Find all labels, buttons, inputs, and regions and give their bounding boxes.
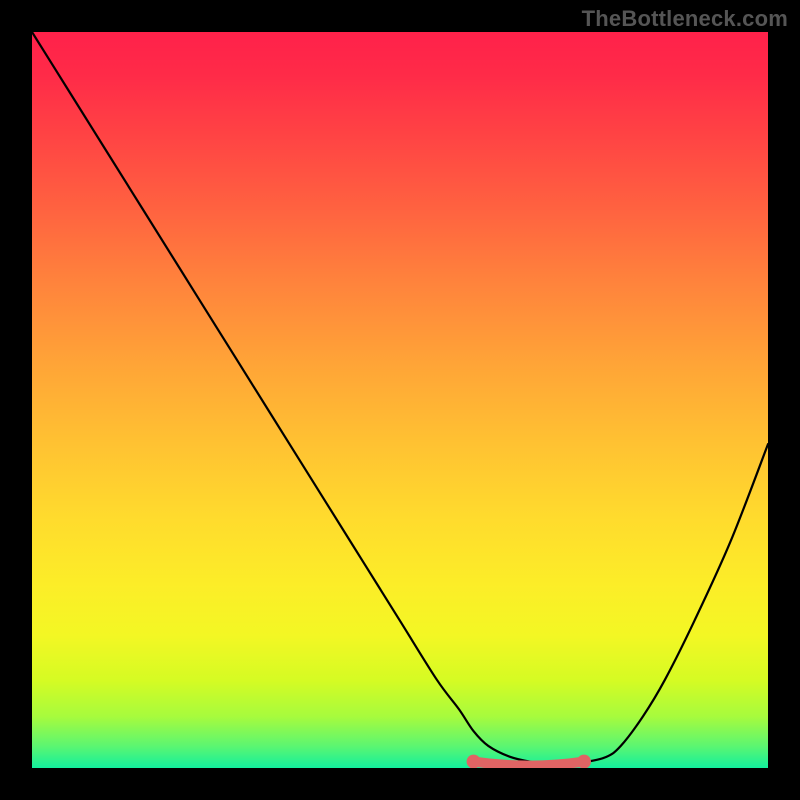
curve-layer [32, 32, 768, 768]
bottleneck-curve [32, 32, 768, 764]
optimal-range-dot-left [467, 755, 481, 768]
chart-area [32, 32, 768, 768]
optimal-range-highlight [474, 762, 584, 766]
watermark-text: TheBottleneck.com [582, 6, 788, 32]
optimal-range-dot-right [577, 755, 591, 768]
